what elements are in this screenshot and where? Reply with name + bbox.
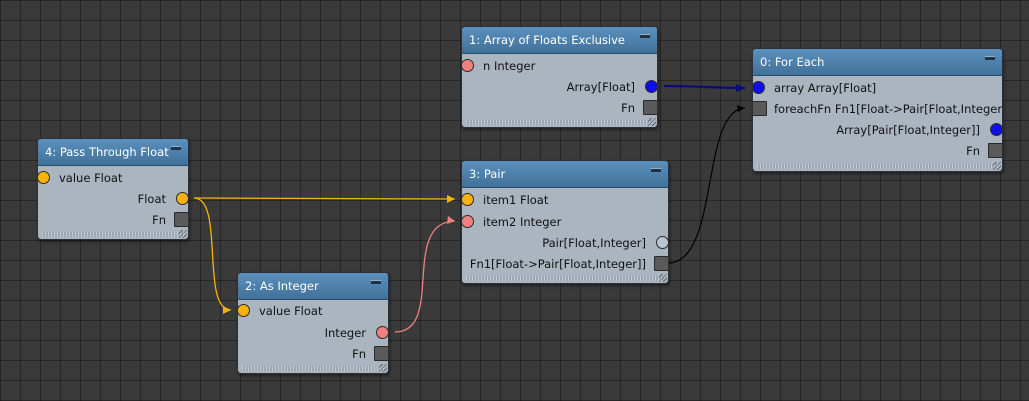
node-header[interactable]: 4: Pass Through Float: [38, 139, 188, 166]
node-title: 1: Array of Floats Exclusive: [469, 33, 626, 47]
node-header[interactable]: 2: As Integer: [238, 273, 388, 300]
resize-grip-icon[interactable]: [648, 118, 656, 126]
port-label: Fn: [966, 144, 980, 158]
output-float: Float: [38, 189, 188, 209]
wire-float-to-as-integer-value[interactable]: [193, 197, 232, 311]
resize-grip-icon[interactable]: [993, 162, 1001, 170]
integer-port-icon[interactable]: [462, 215, 474, 228]
collapse-icon[interactable]: [985, 56, 995, 60]
float-port-icon[interactable]: [462, 193, 474, 206]
input-item2: item2 Integer: [462, 212, 668, 232]
node-header[interactable]: 3: Pair: [462, 161, 668, 188]
array-port-icon[interactable]: [990, 123, 1002, 136]
collapse-icon[interactable]: [371, 280, 381, 284]
node-title: 4: Pass Through Float: [45, 145, 169, 159]
port-label: Array[Pair[Float,Integer]]: [836, 123, 980, 137]
input-item1: item1 Float: [462, 190, 668, 210]
node-footer: [42, 232, 184, 237]
input-value: value Float: [38, 168, 188, 188]
function-port-icon[interactable]: [988, 143, 1002, 158]
wire-arrowhead: [223, 306, 231, 314]
node-for-each[interactable]: 0: For Each array Array[Float] foreachFn…: [752, 48, 1003, 172]
integer-port-icon[interactable]: [376, 326, 388, 339]
input-n: n Integer: [462, 56, 657, 76]
port-label: array Array[Float]: [774, 81, 877, 95]
array-port-icon[interactable]: [645, 80, 657, 93]
function-port-icon[interactable]: [654, 256, 668, 271]
node-footer: [466, 276, 664, 281]
node-header[interactable]: 1: Array of Floats Exclusive: [462, 27, 657, 54]
float-port-icon[interactable]: [238, 304, 250, 317]
wire-float-to-pair-item1[interactable]: [193, 197, 456, 200]
float-port-icon[interactable]: [38, 171, 50, 184]
node-footer: [757, 164, 998, 169]
node-title: 2: As Integer: [245, 279, 319, 293]
port-label: Float: [137, 192, 166, 206]
node-footer: [242, 366, 384, 371]
output-fn: Fn: [753, 141, 1002, 161]
port-label: Integer: [324, 326, 366, 340]
node-header[interactable]: 0: For Each: [753, 49, 1002, 76]
resize-grip-icon[interactable]: [179, 230, 187, 238]
wire-arrowhead: [737, 105, 745, 112]
input-foreach-fn: foreachFn Fn1[Float->Pair[Float,Integer]…: [753, 99, 1002, 119]
function-port-icon[interactable]: [753, 101, 767, 116]
input-array: array Array[Float]: [753, 78, 1002, 98]
port-label: Fn: [352, 347, 366, 361]
node-footer: [466, 120, 653, 125]
output-pair: Pair[Float,Integer]: [462, 233, 668, 253]
output-array: Array[Float]: [462, 77, 657, 97]
wire-array-to-foreach-array[interactable]: [663, 84, 746, 90]
float-port-icon[interactable]: [176, 192, 188, 205]
port-label: item2 Integer: [483, 215, 562, 229]
output-fn: Fn: [462, 98, 657, 118]
wire-arrowhead: [447, 195, 455, 203]
wire-arrowhead: [736, 84, 745, 92]
port-label: Array[Float]: [566, 80, 635, 94]
wire-integer-to-pair-item2[interactable]: [394, 220, 456, 333]
output-fn: Fn: [38, 210, 188, 230]
port-label: value Float: [259, 304, 323, 318]
node-as-integer[interactable]: 2: As Integer value Float Integer Fn: [237, 272, 389, 374]
output-array: Array[Pair[Float,Integer]]: [753, 120, 1002, 140]
function-port-icon[interactable]: [643, 100, 657, 115]
input-value: value Float: [238, 301, 388, 321]
output-fn1: Fn1[Float->Pair[Float,Integer]]: [462, 254, 668, 274]
port-label: foreachFn Fn1[Float->Pair[Float,Integer]…: [774, 102, 1003, 116]
resize-grip-icon[interactable]: [379, 364, 387, 372]
function-port-icon[interactable]: [174, 212, 188, 227]
pair-port-icon[interactable]: [656, 236, 668, 249]
node-pair[interactable]: 3: Pair item1 Float item2 Integer Pair[F…: [461, 160, 669, 284]
node-pass-through-float[interactable]: 4: Pass Through Float value Float Float …: [37, 138, 189, 240]
output-fn: Fn: [238, 344, 388, 364]
node-title: 0: For Each: [760, 55, 825, 69]
wire-arrowhead: [447, 216, 455, 224]
collapse-icon[interactable]: [640, 34, 650, 38]
integer-port-icon[interactable]: [462, 59, 474, 72]
port-label: n Integer: [483, 59, 536, 73]
port-label: Fn: [621, 101, 635, 115]
port-label: Pair[Float,Integer]: [542, 236, 646, 250]
collapse-icon[interactable]: [651, 168, 661, 172]
collapse-icon[interactable]: [171, 146, 181, 150]
array-port-icon[interactable]: [753, 81, 765, 94]
output-integer: Integer: [238, 323, 388, 343]
resize-grip-icon[interactable]: [659, 274, 667, 282]
node-array-of-floats-exclusive[interactable]: 1: Array of Floats Exclusive n Integer A…: [461, 26, 658, 128]
wire-fn1-to-foreach-fn[interactable]: [667, 107, 746, 264]
port-label: value Float: [59, 171, 123, 185]
port-label: item1 Float: [483, 193, 549, 207]
port-label: Fn1[Float->Pair[Float,Integer]]: [469, 257, 646, 271]
function-port-icon[interactable]: [374, 346, 388, 361]
node-title: 3: Pair: [469, 167, 506, 181]
port-label: Fn: [152, 213, 166, 227]
